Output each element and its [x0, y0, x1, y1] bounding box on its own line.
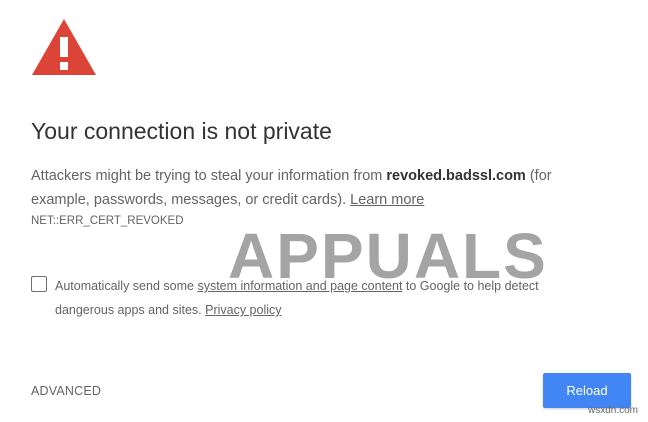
warning-message: Attackers might be trying to steal your … [31, 164, 601, 212]
send-report-label: Automatically send some system informati… [55, 274, 595, 322]
advanced-button[interactable]: ADVANCED [31, 384, 101, 398]
error-code: NET::ERR_CERT_REVOKED [31, 215, 184, 227]
learn-more-link[interactable]: Learn more [350, 192, 424, 208]
privacy-policy-link[interactable]: Privacy policy [205, 303, 281, 317]
reload-button[interactable]: Reload [543, 373, 631, 408]
system-info-link[interactable]: system information and page content [197, 279, 402, 293]
send-report-checkbox[interactable] [31, 276, 47, 292]
site-watermark: wsxdn.com [587, 405, 638, 416]
checkbox-text-prefix: Automatically send some [55, 279, 198, 293]
message-prefix: Attackers might be trying to steal your … [31, 168, 387, 184]
interstitial-page: Your connection is not private Attackers… [0, 0, 648, 422]
warning-triangle-icon [32, 19, 96, 75]
domain-name: revoked.badssl.com [386, 168, 526, 184]
page-title: Your connection is not private [31, 118, 332, 144]
